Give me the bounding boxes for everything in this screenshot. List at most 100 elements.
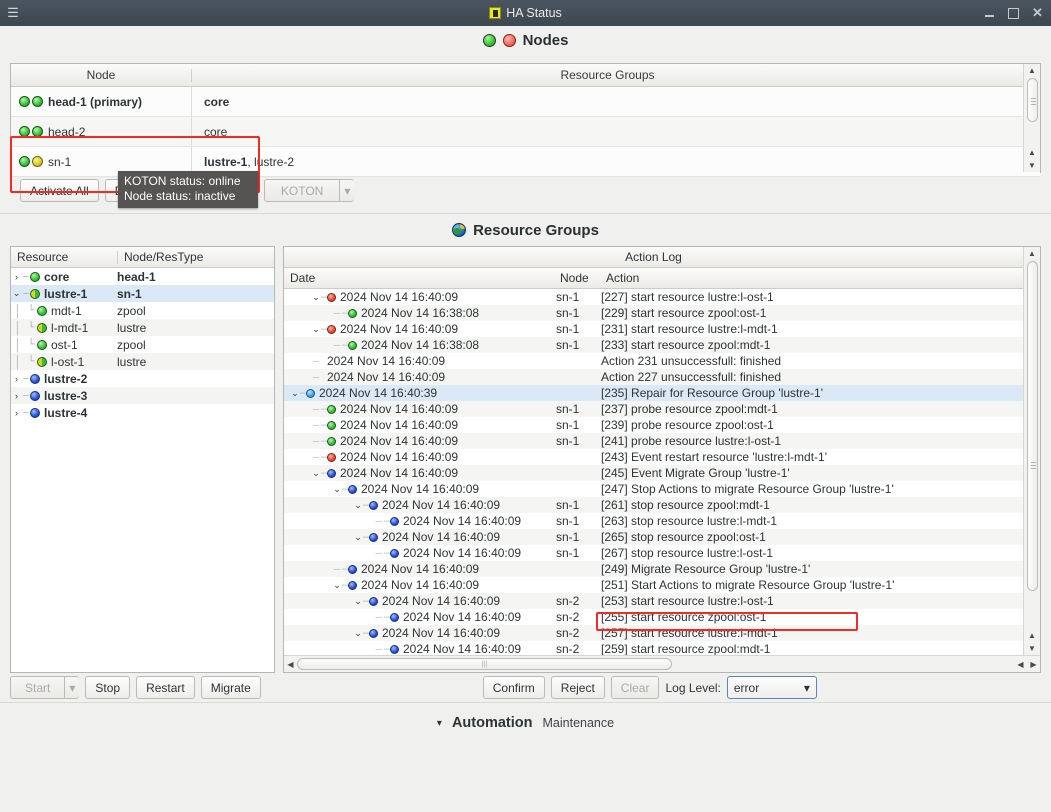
table-row[interactable]: head-2 core bbox=[11, 117, 1040, 147]
log-row[interactable]: ─ –2024 Nov 14 16:40:09 [243] Event restar… bbox=[284, 449, 1023, 465]
scroll-track[interactable] bbox=[1026, 261, 1038, 628]
log-row-date-cell: ─ –2024 Nov 14 16:40:09 bbox=[284, 450, 556, 464]
log-row[interactable]: ⌄ –2024 Nov 14 16:40:09 [247] Stop Actions… bbox=[284, 481, 1023, 497]
log-row[interactable]: ⌄ –2024 Nov 14 16:40:09 sn-2 [257] start re… bbox=[284, 625, 1023, 641]
log-row[interactable]: ─ –2024 Nov 14 16:40:09 [249] Migrate Reso… bbox=[284, 561, 1023, 577]
nodes-vertical-scrollbar[interactable]: ▲ ▲ ▼ bbox=[1023, 64, 1040, 172]
maintenance-label[interactable]: Maintenance bbox=[543, 716, 615, 730]
scroll-track[interactable] bbox=[1026, 78, 1038, 145]
log-row[interactable]: ─ –2024 Nov 14 16:40:09 sn-2 [259] start re… bbox=[284, 641, 1023, 655]
clear-button[interactable]: Clear bbox=[610, 676, 660, 699]
scroll-left-icon[interactable]: ◀ bbox=[284, 660, 297, 669]
column-header-date[interactable]: Date bbox=[284, 271, 556, 285]
koton-split-button[interactable]: KOTON ▾ bbox=[263, 179, 355, 202]
log-twisty-expanded-icon[interactable]: ⌄ bbox=[332, 484, 342, 495]
column-header-resource-groups[interactable]: Resource Groups bbox=[192, 68, 1023, 82]
log-row[interactable]: ─ –2024 Nov 14 16:40:09 sn-1 [241] probe re… bbox=[284, 433, 1023, 449]
scroll-down-icon[interactable]: ▼ bbox=[1028, 642, 1036, 655]
restart-button[interactable]: Restart bbox=[136, 676, 195, 699]
action-log-panel[interactable]: Action Log Date Node Action ⌄ –2024 Nov 1… bbox=[283, 246, 1041, 673]
scroll-up-icon[interactable]: ▲ bbox=[1028, 64, 1036, 77]
log-row[interactable]: ─ 2024 Nov 14 16:40:09 Action 227 unsucces… bbox=[284, 369, 1023, 385]
log-row[interactable]: ─ –2024 Nov 14 16:40:09 sn-1 [263] stop res… bbox=[284, 513, 1023, 529]
tree-twisty-collapsed-icon[interactable]: › bbox=[11, 272, 22, 282]
log-row[interactable]: ⌄ –2024 Nov 14 16:40:09 sn-2 [253] start re… bbox=[284, 593, 1023, 609]
tree-row[interactable]: │ └ l-ost-1 lustre bbox=[11, 353, 274, 370]
log-twisty-expanded-icon[interactable]: ⌄ bbox=[311, 324, 321, 335]
activate-all-button[interactable]: Activate All bbox=[20, 179, 99, 202]
column-header-node[interactable]: Node bbox=[556, 271, 600, 285]
log-row[interactable]: ⌄ –2024 Nov 14 16:40:09 sn-1 [227] start re… bbox=[284, 289, 1023, 305]
chevron-down-icon[interactable]: ▾ bbox=[437, 718, 442, 729]
tree-row[interactable]: │ └ ost-1 zpool bbox=[11, 336, 274, 353]
scroll-left-icon-secondary[interactable]: ◀ bbox=[1014, 660, 1027, 669]
log-twisty-expanded-icon[interactable]: ⌄ bbox=[311, 468, 321, 479]
column-header-resource[interactable]: Resource bbox=[11, 250, 117, 264]
tree-row[interactable]: › – lustre-3 bbox=[11, 387, 274, 404]
log-row[interactable]: ─ –2024 Nov 14 16:40:09 sn-1 [237] probe re… bbox=[284, 401, 1023, 417]
tree-twisty-collapsed-icon[interactable]: › bbox=[11, 374, 22, 384]
log-twisty-expanded-icon[interactable]: ⌄ bbox=[353, 500, 363, 511]
tree-row[interactable]: › – lustre-2 bbox=[11, 370, 274, 387]
start-button[interactable]: Start bbox=[10, 676, 65, 699]
log-twisty-expanded-icon[interactable]: ⌄ bbox=[353, 532, 363, 543]
log-row[interactable]: ─ –2024 Nov 14 16:38:08 sn-1 [229] start re… bbox=[284, 305, 1023, 321]
hscroll-thumb[interactable]: ||| bbox=[297, 658, 672, 670]
log-row[interactable]: ─ –2024 Nov 14 16:40:09 sn-1 [239] probe re… bbox=[284, 417, 1023, 433]
log-level-select[interactable]: error ▾ bbox=[726, 676, 817, 699]
minimize-icon[interactable] bbox=[982, 6, 997, 21]
tree-row[interactable]: │ └ l-mdt-1 lustre bbox=[11, 319, 274, 336]
migrate-button[interactable]: Migrate bbox=[200, 676, 261, 699]
tree-row[interactable]: › – core head-1 bbox=[11, 268, 274, 285]
log-twisty-expanded-icon[interactable]: ⌄ bbox=[353, 628, 363, 639]
start-split-button[interactable]: Start ▾ bbox=[10, 676, 80, 699]
hamburger-icon[interactable]: ☰ bbox=[0, 5, 26, 21]
log-row-node: sn-1 bbox=[556, 546, 580, 560]
tree-row[interactable]: │ └ mdt-1 zpool bbox=[11, 302, 274, 319]
log-row[interactable]: ⌄ –2024 Nov 14 16:40:09 [245] Event Migrat… bbox=[284, 465, 1023, 481]
koton-button[interactable]: KOTON bbox=[263, 179, 340, 202]
automation-title[interactable]: Automation bbox=[452, 715, 533, 731]
tree-twisty-collapsed-icon[interactable]: › bbox=[11, 391, 22, 401]
scroll-down-icon[interactable]: ▼ bbox=[1028, 159, 1036, 172]
scroll-thumb[interactable] bbox=[1026, 261, 1038, 591]
log-twisty-expanded-icon[interactable]: ⌄ bbox=[332, 580, 342, 591]
action-log-horizontal-scrollbar[interactable]: ◀ ||| ◀ ▶ bbox=[284, 655, 1040, 672]
scroll-up-icon-secondary[interactable]: ▲ bbox=[1028, 629, 1036, 642]
reject-button[interactable]: Reject bbox=[550, 676, 605, 699]
log-row[interactable]: ─ –2024 Nov 14 16:38:08 sn-1 [233] start re… bbox=[284, 337, 1023, 353]
log-row[interactable]: ─ 2024 Nov 14 16:40:09 Action 231 unsucces… bbox=[284, 353, 1023, 369]
chevron-down-icon[interactable]: ▾ bbox=[339, 179, 355, 202]
log-row-date: 2024 Nov 14 16:40:09 bbox=[327, 354, 446, 368]
log-row[interactable]: ─ –2024 Nov 14 16:40:09 sn-2 [255] start re… bbox=[284, 609, 1023, 625]
scroll-up-icon-secondary[interactable]: ▲ bbox=[1028, 146, 1036, 159]
tree-twisty-collapsed-icon[interactable]: › bbox=[11, 408, 22, 418]
log-twisty-expanded-icon[interactable]: ⌄ bbox=[290, 388, 300, 399]
confirm-button[interactable]: Confirm bbox=[482, 676, 545, 699]
tree-row[interactable]: › – lustre-4 bbox=[11, 404, 274, 421]
tree-row[interactable]: ⌄ – lustre-1 sn-1 bbox=[11, 285, 274, 302]
log-row[interactable]: ⌄ –2024 Nov 14 16:40:39 [235] Repair for R… bbox=[284, 385, 1023, 401]
chevron-down-icon[interactable]: ▾ bbox=[64, 676, 80, 699]
resource-tree-panel[interactable]: Resource Node/ResType › – core head-1 ⌄ – lust… bbox=[10, 246, 275, 673]
log-row[interactable]: ⌄ –2024 Nov 14 16:40:09 sn-1 [265] stop res… bbox=[284, 529, 1023, 545]
log-twisty-expanded-icon[interactable]: ⌄ bbox=[353, 596, 363, 607]
log-row[interactable]: ⌄ –2024 Nov 14 16:40:09 sn-1 [231] start re… bbox=[284, 321, 1023, 337]
stop-button[interactable]: Stop bbox=[85, 676, 131, 699]
log-row[interactable]: ─ –2024 Nov 14 16:40:09 sn-1 [267] stop res… bbox=[284, 545, 1023, 561]
close-icon[interactable]: ✕ bbox=[1030, 5, 1045, 21]
action-log-vertical-scrollbar[interactable]: ▲ ▲ ▼ bbox=[1023, 247, 1040, 655]
scroll-up-icon[interactable]: ▲ bbox=[1028, 247, 1036, 260]
log-row[interactable]: ⌄ –2024 Nov 14 16:40:09 [251] Start Action… bbox=[284, 577, 1023, 593]
column-header-node[interactable]: Node bbox=[11, 68, 191, 82]
column-header-node-restype[interactable]: Node/ResType bbox=[118, 250, 203, 264]
tree-twisty-expanded-icon[interactable]: ⌄ bbox=[11, 288, 22, 299]
log-row[interactable]: ⌄ –2024 Nov 14 16:40:09 sn-1 [261] stop res… bbox=[284, 497, 1023, 513]
maximize-icon[interactable] bbox=[1006, 6, 1021, 21]
scroll-right-icon[interactable]: ▶ bbox=[1027, 660, 1040, 669]
table-row[interactable]: head-1 (primary) core bbox=[11, 87, 1040, 117]
log-twisty-expanded-icon[interactable]: ⌄ bbox=[311, 292, 321, 303]
column-header-action[interactable]: Action bbox=[600, 271, 1023, 285]
scroll-thumb[interactable] bbox=[1026, 78, 1038, 122]
hscroll-track[interactable]: ||| bbox=[297, 658, 1014, 670]
